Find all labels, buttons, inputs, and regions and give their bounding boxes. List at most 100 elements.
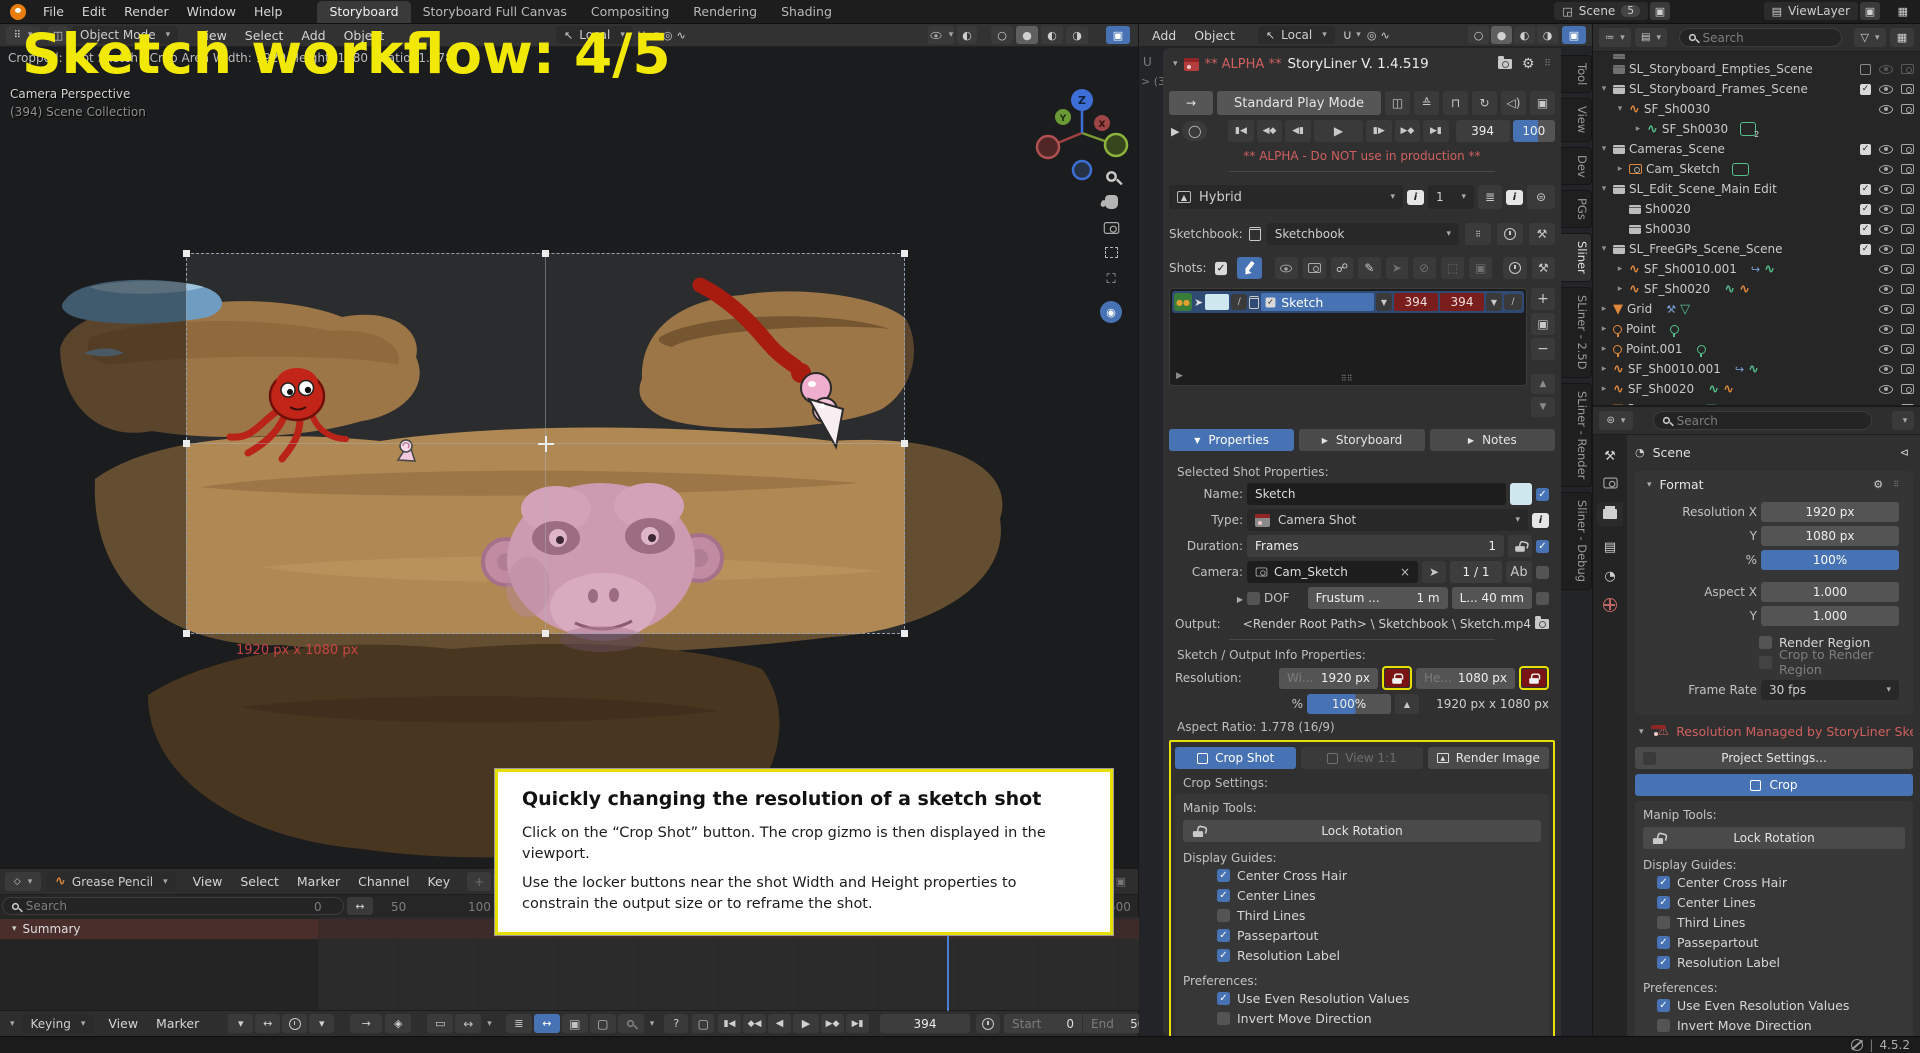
perspective-toggle-icon[interactable] (1105, 247, 1118, 258)
camera-toggle-icon[interactable] (1901, 264, 1914, 274)
npanel-tab-view[interactable]: View (1561, 98, 1592, 141)
height-lock-button[interactable] (1522, 669, 1546, 687)
new-viewlayer-button[interactable]: ▣ (1860, 2, 1880, 20)
shot-slash-2[interactable]: ∕ (1504, 294, 1522, 310)
guide-resolution-label[interactable]: Resolution Label (1657, 952, 1905, 972)
outliner-row[interactable]: SL_Storyboard_Empties_Scene (1593, 59, 1920, 79)
crop-handle-tr[interactable] (901, 250, 908, 257)
timeline-menu-view[interactable]: View (99, 1016, 147, 1031)
workspace-tab-storyboard-full-canvas[interactable]: Storyboard Full Canvas (411, 1, 579, 23)
tool-tab-icon[interactable]: ⚒ (1604, 449, 1616, 464)
format-grip-icon[interactable]: ⠿ (1893, 480, 1899, 489)
insert-keyframe-button[interactable]: ◈ (385, 1014, 411, 1033)
npanel-tab-sliner[interactable]: Sliner (1561, 233, 1592, 282)
exclude-checkbox[interactable] (1860, 204, 1871, 215)
aspect-y-field[interactable]: 1.000 (1761, 606, 1899, 626)
shot-enabled-checkbox[interactable] (1536, 488, 1549, 501)
crop-handle-tl[interactable] (183, 250, 190, 257)
lens-field[interactable]: L...40 mm (1452, 587, 1532, 609)
workspace-tab-shading[interactable]: Shading (769, 1, 844, 23)
shot-end-field[interactable]: 394 (1440, 293, 1484, 311)
height-field[interactable]: He...1080 px (1416, 668, 1515, 689)
project-settings-checkbox[interactable] (1643, 752, 1656, 765)
eye-icon[interactable] (1879, 205, 1893, 214)
camera-crop-frame[interactable] (186, 253, 905, 634)
duration-lock-button[interactable] (1508, 535, 1532, 557)
gizmos-toggle-button[interactable]: ◐ (957, 26, 977, 44)
eye-icon[interactable] (1879, 245, 1893, 254)
camera-clear-icon[interactable]: × (1400, 565, 1410, 579)
camera-toggle-icon[interactable] (1901, 164, 1914, 174)
timeline-menu-marker[interactable]: Marker (147, 1016, 208, 1031)
viewport2-proportional-icon[interactable]: ◎ (1367, 29, 1377, 42)
exclude-checkbox[interactable] (1860, 224, 1871, 235)
type-info-button[interactable]: i (1532, 513, 1549, 528)
help-button[interactable]: ? (664, 1014, 688, 1033)
shot-type-dropdown[interactable]: Camera Shot▾ (1247, 509, 1528, 531)
outliner-row[interactable]: ▸∿SF_Sh0010.001 ↪∿ (1593, 359, 1920, 379)
output-tab-icon[interactable] (1597, 502, 1623, 526)
shot-list-grip[interactable]: ⠿⠿ (1341, 374, 1353, 383)
camera-toggle-icon[interactable] (1901, 224, 1914, 234)
auto-keying-arrow-button[interactable]: → (350, 1014, 382, 1033)
menu-file[interactable]: File (34, 4, 73, 19)
properties-search-field[interactable] (1653, 411, 1872, 430)
exclude-checkbox[interactable] (1860, 184, 1871, 195)
npanel-tab-pgs[interactable]: PGs (1561, 190, 1592, 228)
jump-end-button[interactable]: ▶▮ (846, 1014, 869, 1033)
camera-field[interactable]: Cam_Sketch× (1247, 561, 1418, 583)
crop-button[interactable]: Crop (1635, 774, 1913, 796)
menu-help[interactable]: Help (245, 4, 292, 19)
guide-center-cross-hair[interactable]: Center Cross Hair (1217, 865, 1541, 885)
npanel-tab-tool[interactable]: Tool (1561, 55, 1592, 93)
shot-name-input[interactable]: Sketch (1247, 483, 1506, 505)
eye-icon[interactable] (1879, 305, 1893, 314)
format-collapse-icon[interactable]: ▾ (1647, 480, 1652, 490)
lens-checkbox[interactable] (1536, 592, 1549, 605)
layout-mode-icon[interactable]: ≙ (1414, 91, 1439, 115)
percent-slider[interactable]: 100% (1307, 694, 1391, 714)
dope-menu-view[interactable]: View (184, 874, 232, 889)
settings-gear-icon[interactable]: ⚙ (1522, 56, 1535, 72)
sketchbook-dropdown[interactable]: Sketchbook▾ (1267, 223, 1459, 245)
take-list-icon[interactable]: ≣ (1478, 185, 1502, 209)
eye-icon[interactable] (1879, 285, 1893, 294)
shot-play-mode-button[interactable]: ▭ (427, 1014, 453, 1033)
crop-handle-mr[interactable] (901, 440, 908, 447)
shot-name-cell[interactable]: Sketch (1261, 293, 1374, 311)
outliner-row[interactable]: Sh0020 (1593, 199, 1920, 219)
exclude-checkbox[interactable] (1860, 144, 1871, 155)
sketchbook-stopwatch-button[interactable] (1497, 223, 1523, 245)
shading-wireframe-button[interactable]: ○ (991, 26, 1013, 44)
world-tab-icon[interactable] (1603, 598, 1617, 612)
dope-menu-channel[interactable]: Channel (349, 874, 418, 889)
shot-color-field[interactable] (1510, 483, 1532, 505)
sync-range-button[interactable]: ↔ (534, 1014, 560, 1033)
shot-color-swatch[interactable] (1205, 294, 1229, 310)
new-collection-button[interactable]: ▦ (1890, 28, 1914, 47)
outliner-filter-type-button[interactable]: ▤▾ (1635, 28, 1667, 47)
dope-menu-key[interactable]: Key (418, 874, 459, 889)
viewport2-snap-magnet-icon[interactable]: ∪ (1343, 28, 1353, 43)
tab-notes[interactable]: ▶Notes (1430, 429, 1555, 451)
outliner-row[interactable]: ▾SL_Storyboard_Frames_Scene (1593, 79, 1920, 99)
guide-resolution-label[interactable]: Resolution Label (1217, 945, 1541, 965)
sl-next-key-button[interactable]: ▶◆ (1395, 120, 1421, 142)
next-keyframe-button[interactable]: ▶◆ (821, 1014, 844, 1033)
exclude-checkbox[interactable] (1860, 244, 1871, 255)
range-swap-icon[interactable]: ↔ (455, 1014, 481, 1033)
pref-use-even-resolution[interactable]: Use Even Resolution Values (1217, 988, 1541, 1008)
format-presets-icon[interactable]: ⚙ (1873, 478, 1883, 491)
sl-current-frame-field[interactable]: 394 (1456, 120, 1510, 142)
viewport2-overlays-toggle[interactable]: ▣ (1562, 26, 1586, 44)
eye-icon[interactable] (1879, 165, 1893, 174)
outliner-display-mode-button[interactable]: ≔▾ (1599, 28, 1631, 47)
turntable-icon[interactable]: ↻ (1472, 91, 1497, 115)
region-toggle-icon[interactable]: ▢ (692, 1014, 714, 1033)
dof-expand-icon[interactable]: ▶ (1237, 595, 1243, 604)
shot-list-expand-icon[interactable]: ▶ (1176, 371, 1183, 381)
camera-count-field[interactable]: 1 / 1 (1450, 561, 1502, 583)
standard-play-mode-button[interactable]: Standard Play Mode (1217, 91, 1381, 115)
width-lock-button[interactable] (1385, 669, 1409, 687)
outliner-row[interactable]: ▾SL_Edit_Scene_Main Edit (1593, 179, 1920, 199)
